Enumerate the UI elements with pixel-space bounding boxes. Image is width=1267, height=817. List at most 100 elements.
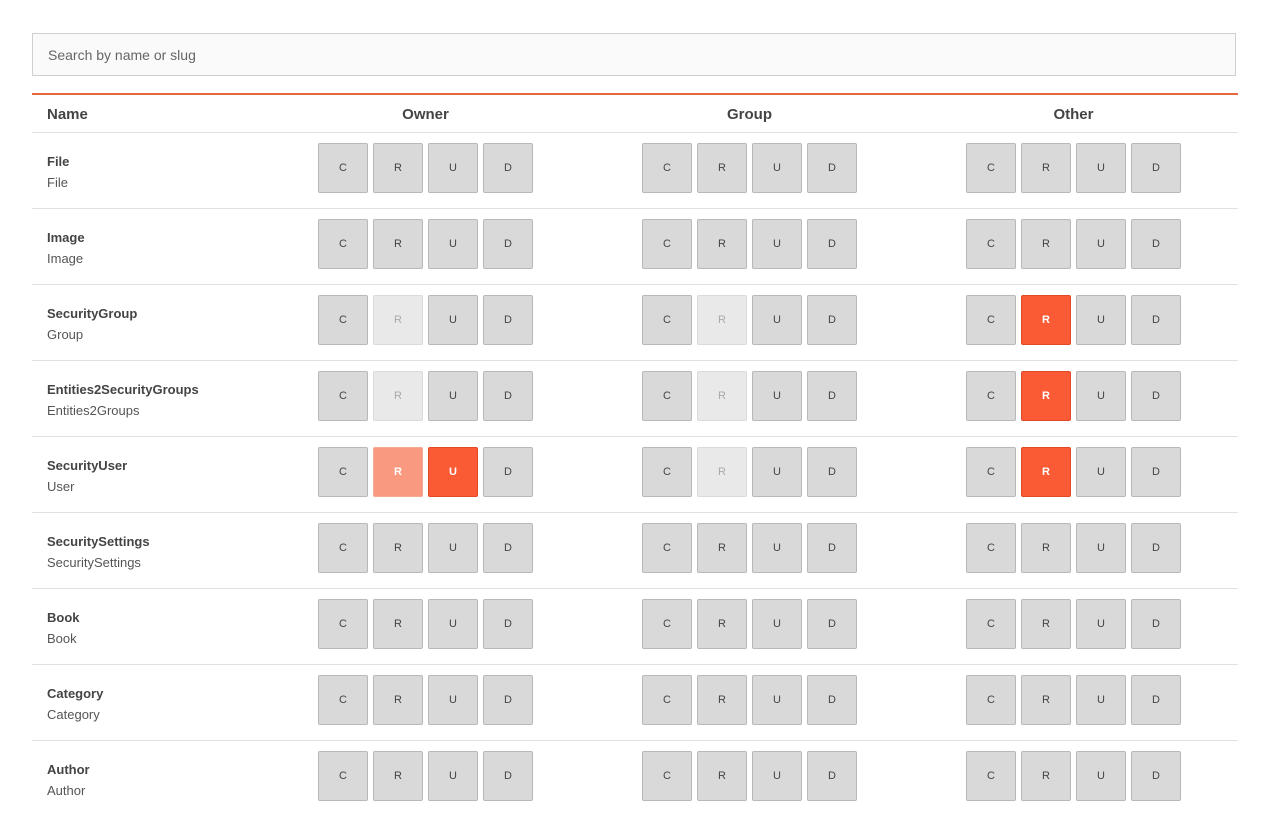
- owner-update-toggle[interactable]: U: [428, 751, 478, 801]
- group-create-toggle[interactable]: C: [642, 143, 692, 193]
- other-delete-toggle[interactable]: D: [1131, 143, 1181, 193]
- other-update-toggle[interactable]: U: [1076, 371, 1126, 421]
- group-read-toggle[interactable]: R: [697, 675, 747, 725]
- group-create-toggle[interactable]: C: [642, 523, 692, 573]
- other-delete-toggle[interactable]: D: [1131, 523, 1181, 573]
- group-read-toggle[interactable]: R: [697, 295, 747, 345]
- other-create-toggle[interactable]: C: [966, 371, 1016, 421]
- owner-update-toggle[interactable]: U: [428, 143, 478, 193]
- owner-delete-toggle[interactable]: D: [483, 751, 533, 801]
- owner-update-toggle[interactable]: U: [428, 523, 478, 573]
- owner-read-toggle[interactable]: R: [373, 143, 423, 193]
- owner-delete-toggle[interactable]: D: [483, 675, 533, 725]
- other-read-toggle[interactable]: R: [1021, 599, 1071, 649]
- owner-delete-toggle[interactable]: D: [483, 143, 533, 193]
- other-read-toggle[interactable]: R: [1021, 675, 1071, 725]
- owner-read-toggle[interactable]: R: [373, 295, 423, 345]
- other-create-toggle[interactable]: C: [966, 295, 1016, 345]
- search-input[interactable]: [32, 33, 1236, 76]
- owner-read-toggle[interactable]: R: [373, 751, 423, 801]
- owner-update-toggle[interactable]: U: [428, 675, 478, 725]
- group-read-toggle[interactable]: R: [697, 751, 747, 801]
- group-read-toggle[interactable]: R: [697, 523, 747, 573]
- other-read-toggle[interactable]: R: [1021, 523, 1071, 573]
- other-update-toggle[interactable]: U: [1076, 447, 1126, 497]
- other-update-toggle[interactable]: U: [1076, 599, 1126, 649]
- other-delete-toggle[interactable]: D: [1131, 219, 1181, 269]
- owner-create-toggle[interactable]: C: [318, 295, 368, 345]
- owner-update-toggle[interactable]: U: [428, 371, 478, 421]
- other-delete-toggle[interactable]: D: [1131, 751, 1181, 801]
- group-read-toggle[interactable]: R: [697, 371, 747, 421]
- other-update-toggle[interactable]: U: [1076, 751, 1126, 801]
- group-create-toggle[interactable]: C: [642, 599, 692, 649]
- group-create-toggle[interactable]: C: [642, 219, 692, 269]
- owner-create-toggle[interactable]: C: [318, 219, 368, 269]
- other-read-toggle[interactable]: R: [1021, 447, 1071, 497]
- other-create-toggle[interactable]: C: [966, 675, 1016, 725]
- group-create-toggle[interactable]: C: [642, 371, 692, 421]
- group-delete-toggle[interactable]: D: [807, 599, 857, 649]
- owner-update-toggle[interactable]: U: [428, 599, 478, 649]
- owner-delete-toggle[interactable]: D: [483, 599, 533, 649]
- owner-read-toggle[interactable]: R: [373, 219, 423, 269]
- owner-create-toggle[interactable]: C: [318, 523, 368, 573]
- group-create-toggle[interactable]: C: [642, 295, 692, 345]
- group-delete-toggle[interactable]: D: [807, 219, 857, 269]
- group-update-toggle[interactable]: U: [752, 143, 802, 193]
- owner-read-toggle[interactable]: R: [373, 599, 423, 649]
- owner-create-toggle[interactable]: C: [318, 447, 368, 497]
- owner-read-toggle[interactable]: R: [373, 675, 423, 725]
- owner-delete-toggle[interactable]: D: [483, 447, 533, 497]
- other-delete-toggle[interactable]: D: [1131, 371, 1181, 421]
- other-create-toggle[interactable]: C: [966, 751, 1016, 801]
- group-update-toggle[interactable]: U: [752, 675, 802, 725]
- owner-create-toggle[interactable]: C: [318, 371, 368, 421]
- other-delete-toggle[interactable]: D: [1131, 295, 1181, 345]
- other-delete-toggle[interactable]: D: [1131, 447, 1181, 497]
- group-read-toggle[interactable]: R: [697, 219, 747, 269]
- group-create-toggle[interactable]: C: [642, 675, 692, 725]
- group-read-toggle[interactable]: R: [697, 599, 747, 649]
- group-update-toggle[interactable]: U: [752, 599, 802, 649]
- group-delete-toggle[interactable]: D: [807, 447, 857, 497]
- owner-delete-toggle[interactable]: D: [483, 295, 533, 345]
- group-update-toggle[interactable]: U: [752, 219, 802, 269]
- other-update-toggle[interactable]: U: [1076, 523, 1126, 573]
- other-read-toggle[interactable]: R: [1021, 219, 1071, 269]
- group-read-toggle[interactable]: R: [697, 143, 747, 193]
- group-delete-toggle[interactable]: D: [807, 143, 857, 193]
- other-read-toggle[interactable]: R: [1021, 751, 1071, 801]
- group-delete-toggle[interactable]: D: [807, 371, 857, 421]
- owner-create-toggle[interactable]: C: [318, 143, 368, 193]
- group-update-toggle[interactable]: U: [752, 523, 802, 573]
- group-update-toggle[interactable]: U: [752, 447, 802, 497]
- owner-read-toggle[interactable]: R: [373, 371, 423, 421]
- group-delete-toggle[interactable]: D: [807, 751, 857, 801]
- other-read-toggle[interactable]: R: [1021, 143, 1071, 193]
- owner-create-toggle[interactable]: C: [318, 751, 368, 801]
- other-update-toggle[interactable]: U: [1076, 295, 1126, 345]
- group-update-toggle[interactable]: U: [752, 751, 802, 801]
- owner-read-toggle[interactable]: R: [373, 447, 423, 497]
- owner-read-toggle[interactable]: R: [373, 523, 423, 573]
- owner-create-toggle[interactable]: C: [318, 675, 368, 725]
- other-create-toggle[interactable]: C: [966, 599, 1016, 649]
- owner-create-toggle[interactable]: C: [318, 599, 368, 649]
- other-read-toggle[interactable]: R: [1021, 295, 1071, 345]
- other-create-toggle[interactable]: C: [966, 447, 1016, 497]
- other-delete-toggle[interactable]: D: [1131, 599, 1181, 649]
- other-create-toggle[interactable]: C: [966, 523, 1016, 573]
- owner-delete-toggle[interactable]: D: [483, 523, 533, 573]
- group-delete-toggle[interactable]: D: [807, 675, 857, 725]
- group-update-toggle[interactable]: U: [752, 295, 802, 345]
- owner-delete-toggle[interactable]: D: [483, 219, 533, 269]
- other-update-toggle[interactable]: U: [1076, 143, 1126, 193]
- other-create-toggle[interactable]: C: [966, 219, 1016, 269]
- other-update-toggle[interactable]: U: [1076, 675, 1126, 725]
- owner-update-toggle[interactable]: U: [428, 219, 478, 269]
- owner-delete-toggle[interactable]: D: [483, 371, 533, 421]
- group-delete-toggle[interactable]: D: [807, 295, 857, 345]
- group-update-toggle[interactable]: U: [752, 371, 802, 421]
- owner-update-toggle[interactable]: U: [428, 295, 478, 345]
